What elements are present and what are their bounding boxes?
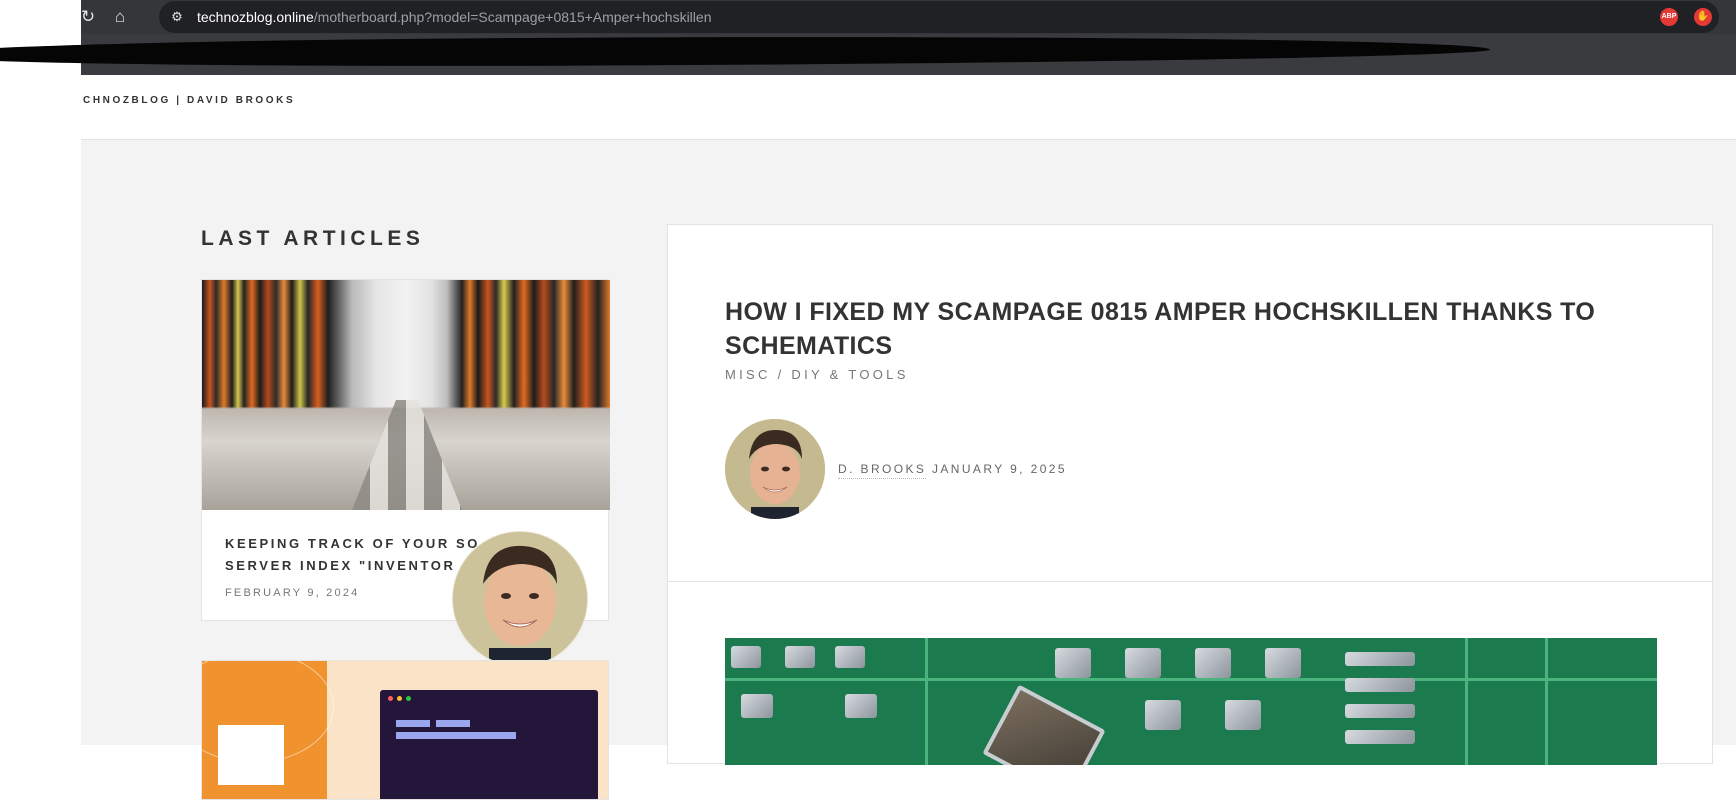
window-dot: [388, 696, 393, 701]
pcb-pad: [835, 646, 865, 668]
pcb-pad: [1345, 678, 1415, 692]
adblock-plus-icon[interactable]: ABP: [1660, 8, 1678, 26]
author-avatar-floating: [453, 532, 587, 666]
pcb-pad: [1195, 648, 1231, 678]
code-window-illustration: [380, 690, 598, 799]
article-divider: [668, 581, 1712, 582]
pcb-trace: [1545, 638, 1548, 765]
face-portrait-icon: [453, 532, 587, 666]
circuit-board-image: [725, 638, 1657, 765]
author-avatar: [725, 419, 825, 519]
address-bar[interactable]: ⚙ technozblog.online/motherboard.php?mod…: [159, 1, 1719, 33]
browser-toolbar: ↻ ⌂ ⚙ technozblog.online/motherboard.php…: [81, 0, 1736, 34]
article-panel: HOW I FIXED MY SCAMPAGE 0815 AMPER HOCHS…: [667, 224, 1713, 765]
url-host: technozblog.online: [197, 9, 314, 25]
pcb-pad: [845, 694, 877, 718]
pcb-pad: [731, 646, 761, 668]
site-title[interactable]: CHNOZBLOG | DAVID BROOKS: [83, 95, 295, 106]
server-room-image[interactable]: [202, 280, 610, 510]
card-illustration-panel: [202, 661, 334, 799]
pcb-pad: [1345, 704, 1415, 718]
post-date: JANUARY 9, 2025: [932, 462, 1067, 476]
code-line: [396, 732, 516, 739]
window-dot: [406, 696, 411, 701]
pcb-pad: [1145, 700, 1181, 730]
pcb-pad: [741, 694, 773, 718]
author-link[interactable]: D. BROOKS: [838, 462, 927, 479]
smd-component: [982, 684, 1106, 765]
pcb-pad: [1265, 648, 1301, 678]
last-articles-heading: LAST ARTICLES: [201, 227, 425, 250]
reload-icon[interactable]: ↻: [75, 4, 101, 30]
url-path: /motherboard.php?model=Scampage+0815+Amp…: [313, 9, 712, 25]
article-category[interactable]: MISC / DIY & TOOLS: [725, 367, 909, 382]
article-title: HOW I FIXED MY SCAMPAGE 0815 AMPER HOCHS…: [725, 298, 1596, 360]
pcb-pad: [785, 646, 815, 668]
pcb-pad: [1125, 648, 1161, 678]
site-header: CHNOZBLOG | DAVID BROOKS: [81, 75, 1736, 140]
server-room-floor: [352, 400, 462, 510]
sidebar-article-card[interactable]: [201, 660, 609, 800]
site-info-icon[interactable]: ⚙: [167, 7, 187, 27]
pcb-pad: [1225, 700, 1261, 730]
code-line: [436, 720, 470, 727]
code-line: [396, 720, 430, 727]
hand-stop-icon[interactable]: ✋: [1694, 8, 1712, 26]
sidebar-article-date: FEBRUARY 9, 2024: [225, 587, 360, 599]
window-dot: [397, 696, 402, 701]
url-text[interactable]: technozblog.online/motherboard.php?model…: [197, 1, 711, 33]
pcb-pad: [1055, 648, 1091, 678]
sidebar-article-title-line1: KEEPING TRACK OF YOUR SO: [225, 536, 481, 551]
home-icon[interactable]: ⌂: [107, 4, 133, 30]
pcb-pad: [1345, 652, 1415, 666]
pcb-trace: [1465, 638, 1468, 765]
pcb-trace: [925, 638, 928, 765]
pcb-pad: [1345, 730, 1415, 744]
main-content: LAST ARTICLES KEEPING TRACK OF YOUR SO S…: [81, 140, 1736, 800]
sidebar-article-title-line2: SERVER INDEX "INVENTOR: [225, 558, 456, 573]
decorative-tile: [218, 725, 284, 785]
pcb-trace: [725, 678, 1657, 681]
face-portrait-icon: [725, 419, 825, 519]
